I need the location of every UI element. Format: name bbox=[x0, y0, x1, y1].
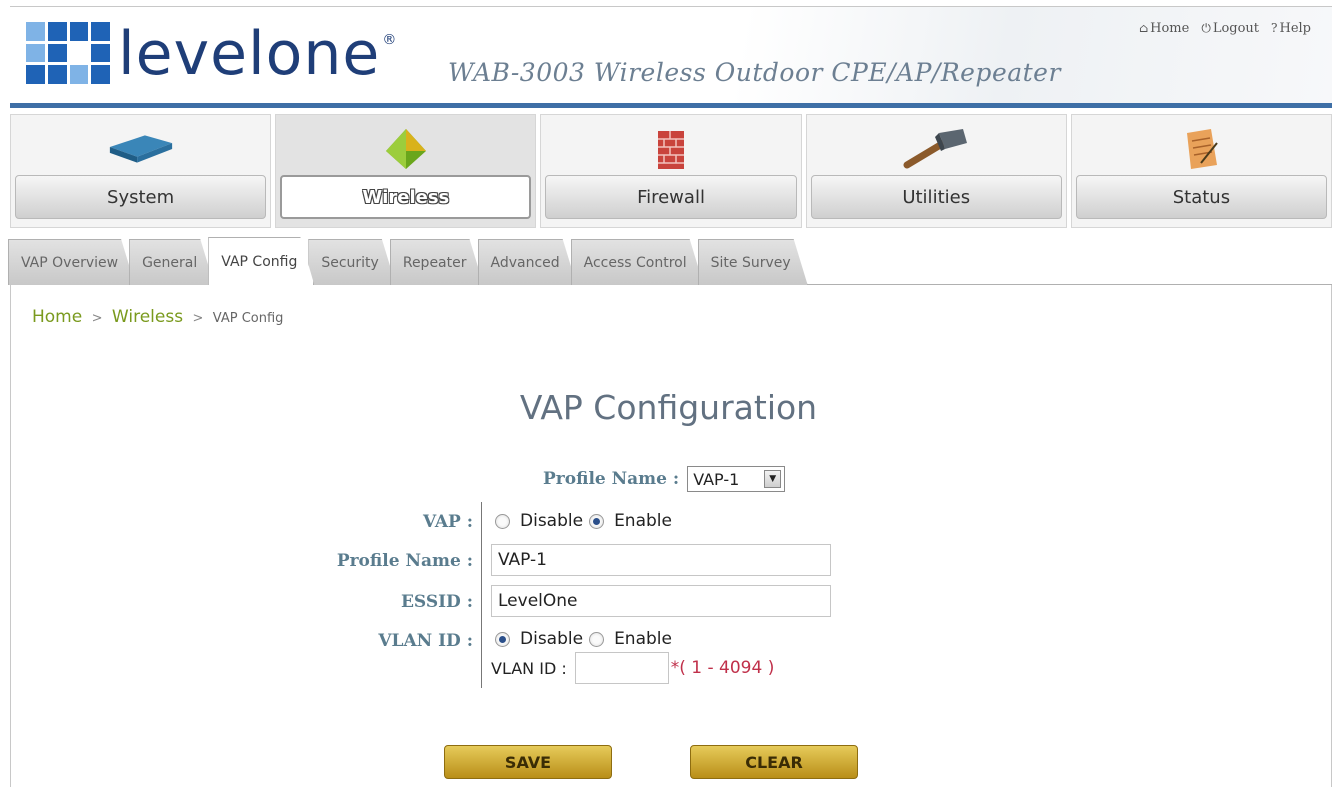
vlan-disable-label: Disable bbox=[520, 629, 584, 649]
nav-firewall-button[interactable]: Firewall bbox=[545, 175, 797, 219]
tab-access-control[interactable]: Access Control bbox=[571, 239, 704, 285]
registered-mark: ® bbox=[382, 32, 397, 48]
tab-site-survey[interactable]: Site Survey bbox=[698, 239, 808, 285]
router-icon bbox=[106, 125, 176, 173]
vap-disable-radio[interactable] bbox=[495, 513, 510, 529]
profile-select-label: Profile Name : bbox=[543, 469, 680, 489]
essid-input[interactable] bbox=[491, 585, 831, 617]
logout-link-label: Logout bbox=[1212, 21, 1260, 36]
logout-link[interactable]: ⏻ Logout bbox=[1201, 21, 1259, 36]
essid-control bbox=[491, 585, 831, 617]
hammer-icon bbox=[901, 125, 971, 173]
tab-security[interactable]: Security bbox=[308, 239, 396, 285]
vlan-id-control: VLAN ID : *( 1 - 4094 ) bbox=[491, 652, 774, 684]
product-name: WAB-3003 Wireless Outdoor CPE/AP/Repeate… bbox=[448, 58, 1061, 87]
profile-name-control bbox=[491, 544, 831, 576]
profile-name-input[interactable] bbox=[491, 544, 831, 576]
profile-select-value: VAP-1 bbox=[693, 469, 740, 489]
nav-item-system[interactable]: System bbox=[10, 114, 272, 228]
vap-label: VAP : bbox=[422, 512, 473, 532]
sub-tabs: VAP Overview General VAP Config Security… bbox=[8, 237, 802, 285]
header-links: ⌂ Home ⏻ Logout ? Help bbox=[1139, 21, 1311, 36]
clear-button[interactable]: CLEAR bbox=[690, 745, 858, 779]
content-panel bbox=[10, 285, 1332, 787]
breadcrumb: Home > Wireless > VAP Config bbox=[32, 307, 283, 327]
vlan-id-input[interactable] bbox=[574, 652, 669, 684]
nav-utilities-button[interactable]: Utilities bbox=[810, 175, 1062, 219]
breadcrumb-wireless[interactable]: Wireless bbox=[112, 307, 183, 327]
clipboard-icon bbox=[1166, 125, 1236, 173]
logo-mark-icon bbox=[26, 22, 110, 84]
nav-wireless-button[interactable]: Wireless bbox=[280, 175, 532, 219]
breadcrumb-home[interactable]: Home bbox=[32, 307, 82, 327]
breadcrumb-current: VAP Config bbox=[212, 311, 284, 326]
logout-icon: ⏻ bbox=[1201, 21, 1211, 35]
nav-item-utilities[interactable]: Utilities bbox=[805, 114, 1067, 228]
tab-general[interactable]: General bbox=[129, 239, 214, 285]
home-link[interactable]: ⌂ Home bbox=[1139, 21, 1189, 36]
profile-select[interactable]: VAP-1 ▼ bbox=[687, 466, 786, 492]
tab-vap-overview[interactable]: VAP Overview bbox=[8, 239, 135, 285]
form-divider bbox=[481, 502, 482, 688]
nav-item-firewall[interactable]: Firewall bbox=[540, 114, 802, 228]
breadcrumb-separator: > bbox=[91, 311, 103, 326]
tab-advanced[interactable]: Advanced bbox=[478, 239, 577, 285]
home-link-label: Home bbox=[1150, 21, 1190, 36]
vlan-label: VLAN ID : bbox=[378, 631, 473, 651]
help-link-label: Help bbox=[1279, 21, 1311, 36]
vlan-id-sublabel: VLAN ID : bbox=[491, 658, 567, 678]
vlan-enable-label: Enable bbox=[614, 629, 672, 649]
nav-item-status[interactable]: Status bbox=[1070, 114, 1333, 228]
firewall-icon bbox=[636, 125, 706, 173]
profile-selector: Profile Name : VAP-1 ▼ bbox=[543, 466, 786, 492]
nav-item-wireless[interactable]: Wireless bbox=[275, 114, 537, 228]
tab-vap-config[interactable]: VAP Config bbox=[208, 237, 314, 285]
help-icon: ? bbox=[1271, 21, 1278, 35]
profile-name-label: Profile Name : bbox=[336, 551, 473, 571]
brand-name: levelone bbox=[118, 19, 381, 89]
main-nav: System Wireless Firewall Utilities Statu… bbox=[10, 114, 1333, 228]
save-button[interactable]: SAVE bbox=[444, 745, 612, 779]
vlan-range-hint: *( 1 - 4094 ) bbox=[670, 658, 775, 678]
vlan-radio-group: Disable Enable bbox=[491, 629, 672, 649]
vlan-disable-radio[interactable] bbox=[495, 631, 510, 647]
brand-logo: levelone ® bbox=[26, 22, 396, 84]
chevron-down-icon[interactable]: ▼ bbox=[764, 470, 782, 488]
home-icon: ⌂ bbox=[1138, 21, 1149, 35]
header-divider bbox=[10, 103, 1332, 108]
vap-enable-radio[interactable] bbox=[589, 513, 605, 529]
antenna-icon bbox=[371, 125, 441, 173]
tab-repeater[interactable]: Repeater bbox=[390, 239, 484, 285]
breadcrumb-separator: > bbox=[192, 311, 204, 326]
vap-radio-group: Disable Enable bbox=[491, 511, 672, 531]
vap-disable-label: Disable bbox=[520, 511, 584, 531]
page-title: VAP Configuration bbox=[519, 388, 818, 427]
vap-enable-label: Enable bbox=[614, 511, 672, 531]
help-link[interactable]: ? Help bbox=[1271, 21, 1311, 36]
nav-status-button[interactable]: Status bbox=[1075, 175, 1328, 219]
vlan-enable-radio[interactable] bbox=[589, 631, 605, 647]
nav-system-button[interactable]: System bbox=[15, 175, 267, 219]
essid-label: ESSID : bbox=[400, 592, 473, 612]
